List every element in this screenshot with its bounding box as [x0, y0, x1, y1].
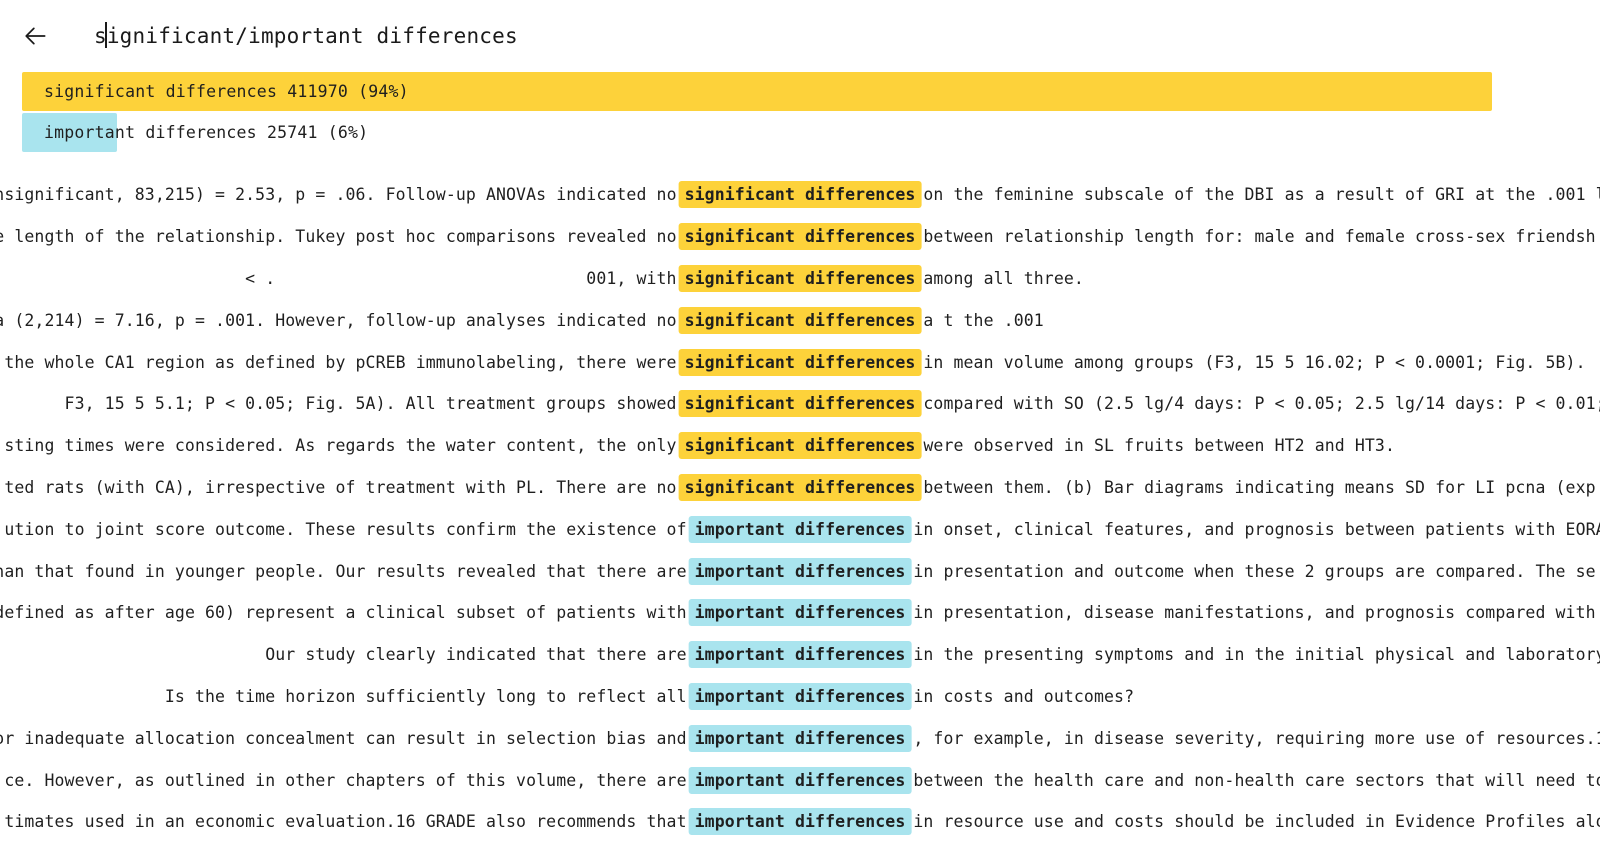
header-bar: significant/important differences [0, 0, 1600, 72]
concordance-row[interactable]: defined as after age 60) represent a cli… [0, 592, 1600, 634]
keyword-highlight[interactable]: significant differences [678, 223, 922, 251]
concordance-row[interactable]: e length of the relationship. Tukey post… [0, 216, 1600, 258]
concordance-line: a (2,214) = 7.16, p = .001. However, fol… [0, 299, 1600, 341]
keyword-highlight[interactable]: important differences [688, 808, 912, 836]
left-context: ution to joint score outcome. These resu… [4, 519, 687, 539]
concordance-row[interactable]: ce. However, as outlined in other chapte… [0, 759, 1600, 801]
bar-label-significant: significant differences 411970 (94%) [44, 82, 409, 101]
concordance-line: nsignificant, 83,215) = 2.53, p = .06. F… [0, 174, 1600, 216]
keyword-highlight[interactable]: important differences [688, 682, 912, 710]
concordance-row[interactable]: Our study clearly indicated that there a… [0, 634, 1600, 676]
keyword-highlight[interactable]: important differences [688, 724, 912, 752]
concordance-line: Our study clearly indicated that there a… [0, 634, 1600, 676]
text-caret [105, 22, 107, 48]
right-context: compared with SO (2.5 lg/4 days: P < 0.0… [923, 394, 1600, 414]
left-context: ted rats (with CA), irrespective of trea… [4, 477, 677, 497]
concordance-row[interactable]: < . 001, with significant differences amon… [0, 258, 1600, 300]
concordance-line: han that found in younger people. Our re… [0, 550, 1600, 592]
right-context: between them. (b) Bar diagrams indicatin… [923, 477, 1596, 497]
concordance-line: or inadequate allocation concealment can… [0, 717, 1600, 759]
keyword-highlight[interactable]: important differences [688, 766, 912, 794]
left-context: < . 001, with [245, 268, 677, 288]
right-context: on the feminine subscale of the DBI as a… [923, 185, 1600, 205]
concordance-row[interactable]: timates used in an economic evaluation.1… [0, 801, 1600, 843]
keyword-highlight[interactable]: significant differences [678, 181, 922, 209]
left-context: e length of the relationship. Tukey post… [0, 227, 677, 247]
concordance-line: < . 001, with significant differences amon… [0, 258, 1600, 300]
right-context: in the presenting symptoms and in the in… [913, 645, 1600, 665]
concordance-line: defined as after age 60) represent a cli… [0, 592, 1600, 634]
concordance-row[interactable]: ted rats (with CA), irrespective of trea… [0, 467, 1600, 509]
right-context: in onset, clinical features, and prognos… [913, 519, 1600, 539]
concordance-row[interactable]: F3, 15 5 5.1; P < 0.05; Fig. 5A). All tr… [0, 383, 1600, 425]
right-context: were observed in SL fruits between HT2 a… [923, 436, 1395, 456]
concordance-line: F3, 15 5 5.1; P < 0.05; Fig. 5A). All tr… [0, 383, 1600, 425]
right-context: in resource use and costs should be incl… [913, 812, 1600, 832]
bar-label-important: important differences 25741 (6%) [44, 123, 369, 142]
left-context: a (2,214) = 7.16, p = .001. However, fol… [0, 310, 677, 330]
keyword-highlight[interactable]: important differences [688, 515, 912, 543]
concordance-row[interactable]: sting times were considered. As regards … [0, 425, 1600, 467]
concordance-line: the whole CA1 region as defined by pCREB… [0, 341, 1600, 383]
right-context: , for example, in disease severity, requ… [913, 728, 1600, 748]
concordance-line: sting times were considered. As regards … [0, 425, 1600, 467]
keyword-highlight[interactable]: significant differences [678, 306, 922, 334]
keyword-highlight[interactable]: important differences [688, 599, 912, 627]
frequency-bar-significant[interactable]: significant differences 411970 (94%) [22, 72, 1600, 111]
concordance-row[interactable]: the whole CA1 region as defined by pCREB… [0, 341, 1600, 383]
left-context: defined as after age 60) represent a cli… [0, 603, 687, 623]
frequency-summary: significant differences 411970 (94%) imp… [0, 72, 1600, 152]
search-query-input[interactable]: significant/important differences [94, 22, 518, 48]
keyword-highlight[interactable]: important differences [688, 641, 912, 669]
arrow-left-icon [23, 23, 49, 49]
concordance-line: timates used in an economic evaluation.1… [0, 801, 1600, 843]
concordance-line: Is the time horizon sufficiently long to… [0, 676, 1600, 718]
concordance-row[interactable]: ution to joint score outcome. These resu… [0, 508, 1600, 550]
concordance-row[interactable]: or inadequate allocation concealment can… [0, 717, 1600, 759]
keyword-highlight[interactable]: significant differences [678, 264, 922, 292]
concordance-list: nsignificant, 83,215) = 2.53, p = .06. F… [0, 174, 1600, 843]
right-context: a t the .001 [923, 310, 1044, 330]
right-context: in costs and outcomes? [913, 686, 1135, 706]
keyword-highlight[interactable]: significant differences [678, 390, 922, 418]
right-context: in mean volume among groups (F3, 15 5 16… [923, 352, 1586, 372]
right-context: among all three. [923, 268, 1084, 288]
concordance-row[interactable]: han that found in younger people. Our re… [0, 550, 1600, 592]
right-context: in presentation, disease manifestations,… [913, 603, 1596, 623]
left-context: timates used in an economic evaluation.1… [4, 812, 687, 832]
search-query-text: significant/important differences [94, 24, 518, 48]
concordance-line: e length of the relationship. Tukey post… [0, 216, 1600, 258]
left-context: han that found in younger people. Our re… [0, 561, 687, 581]
left-context: or inadequate allocation concealment can… [0, 728, 687, 748]
concordance-line: ution to joint score outcome. These resu… [0, 508, 1600, 550]
concordance-line: ted rats (with CA), irrespective of trea… [0, 467, 1600, 509]
concordance-row[interactable]: a (2,214) = 7.16, p = .001. However, fol… [0, 299, 1600, 341]
left-context: ce. However, as outlined in other chapte… [4, 770, 687, 790]
keyword-highlight[interactable]: significant differences [678, 473, 922, 501]
left-context: F3, 15 5 5.1; P < 0.05; Fig. 5A). All tr… [64, 394, 677, 414]
right-context: between relationship length for: male an… [923, 227, 1596, 247]
left-context: Is the time horizon sufficiently long to… [164, 686, 687, 706]
left-context: nsignificant, 83,215) = 2.53, p = .06. F… [0, 185, 677, 205]
right-context: in presentation and outcome when these 2… [913, 561, 1596, 581]
back-button[interactable] [16, 16, 56, 56]
concordance-row[interactable]: nsignificant, 83,215) = 2.53, p = .06. F… [0, 174, 1600, 216]
left-context: sting times were considered. As regards … [4, 436, 677, 456]
left-context: the whole CA1 region as defined by pCREB… [4, 352, 677, 372]
keyword-highlight[interactable]: significant differences [678, 348, 922, 376]
left-context: Our study clearly indicated that there a… [265, 645, 687, 665]
right-context: between the health care and non-health c… [913, 770, 1600, 790]
concordance-row[interactable]: Is the time horizon sufficiently long to… [0, 676, 1600, 718]
keyword-highlight[interactable]: important differences [688, 557, 912, 585]
concordance-line: ce. However, as outlined in other chapte… [0, 759, 1600, 801]
keyword-highlight[interactable]: significant differences [678, 432, 922, 460]
frequency-bar-important[interactable]: important differences 25741 (6%) [22, 113, 1600, 152]
